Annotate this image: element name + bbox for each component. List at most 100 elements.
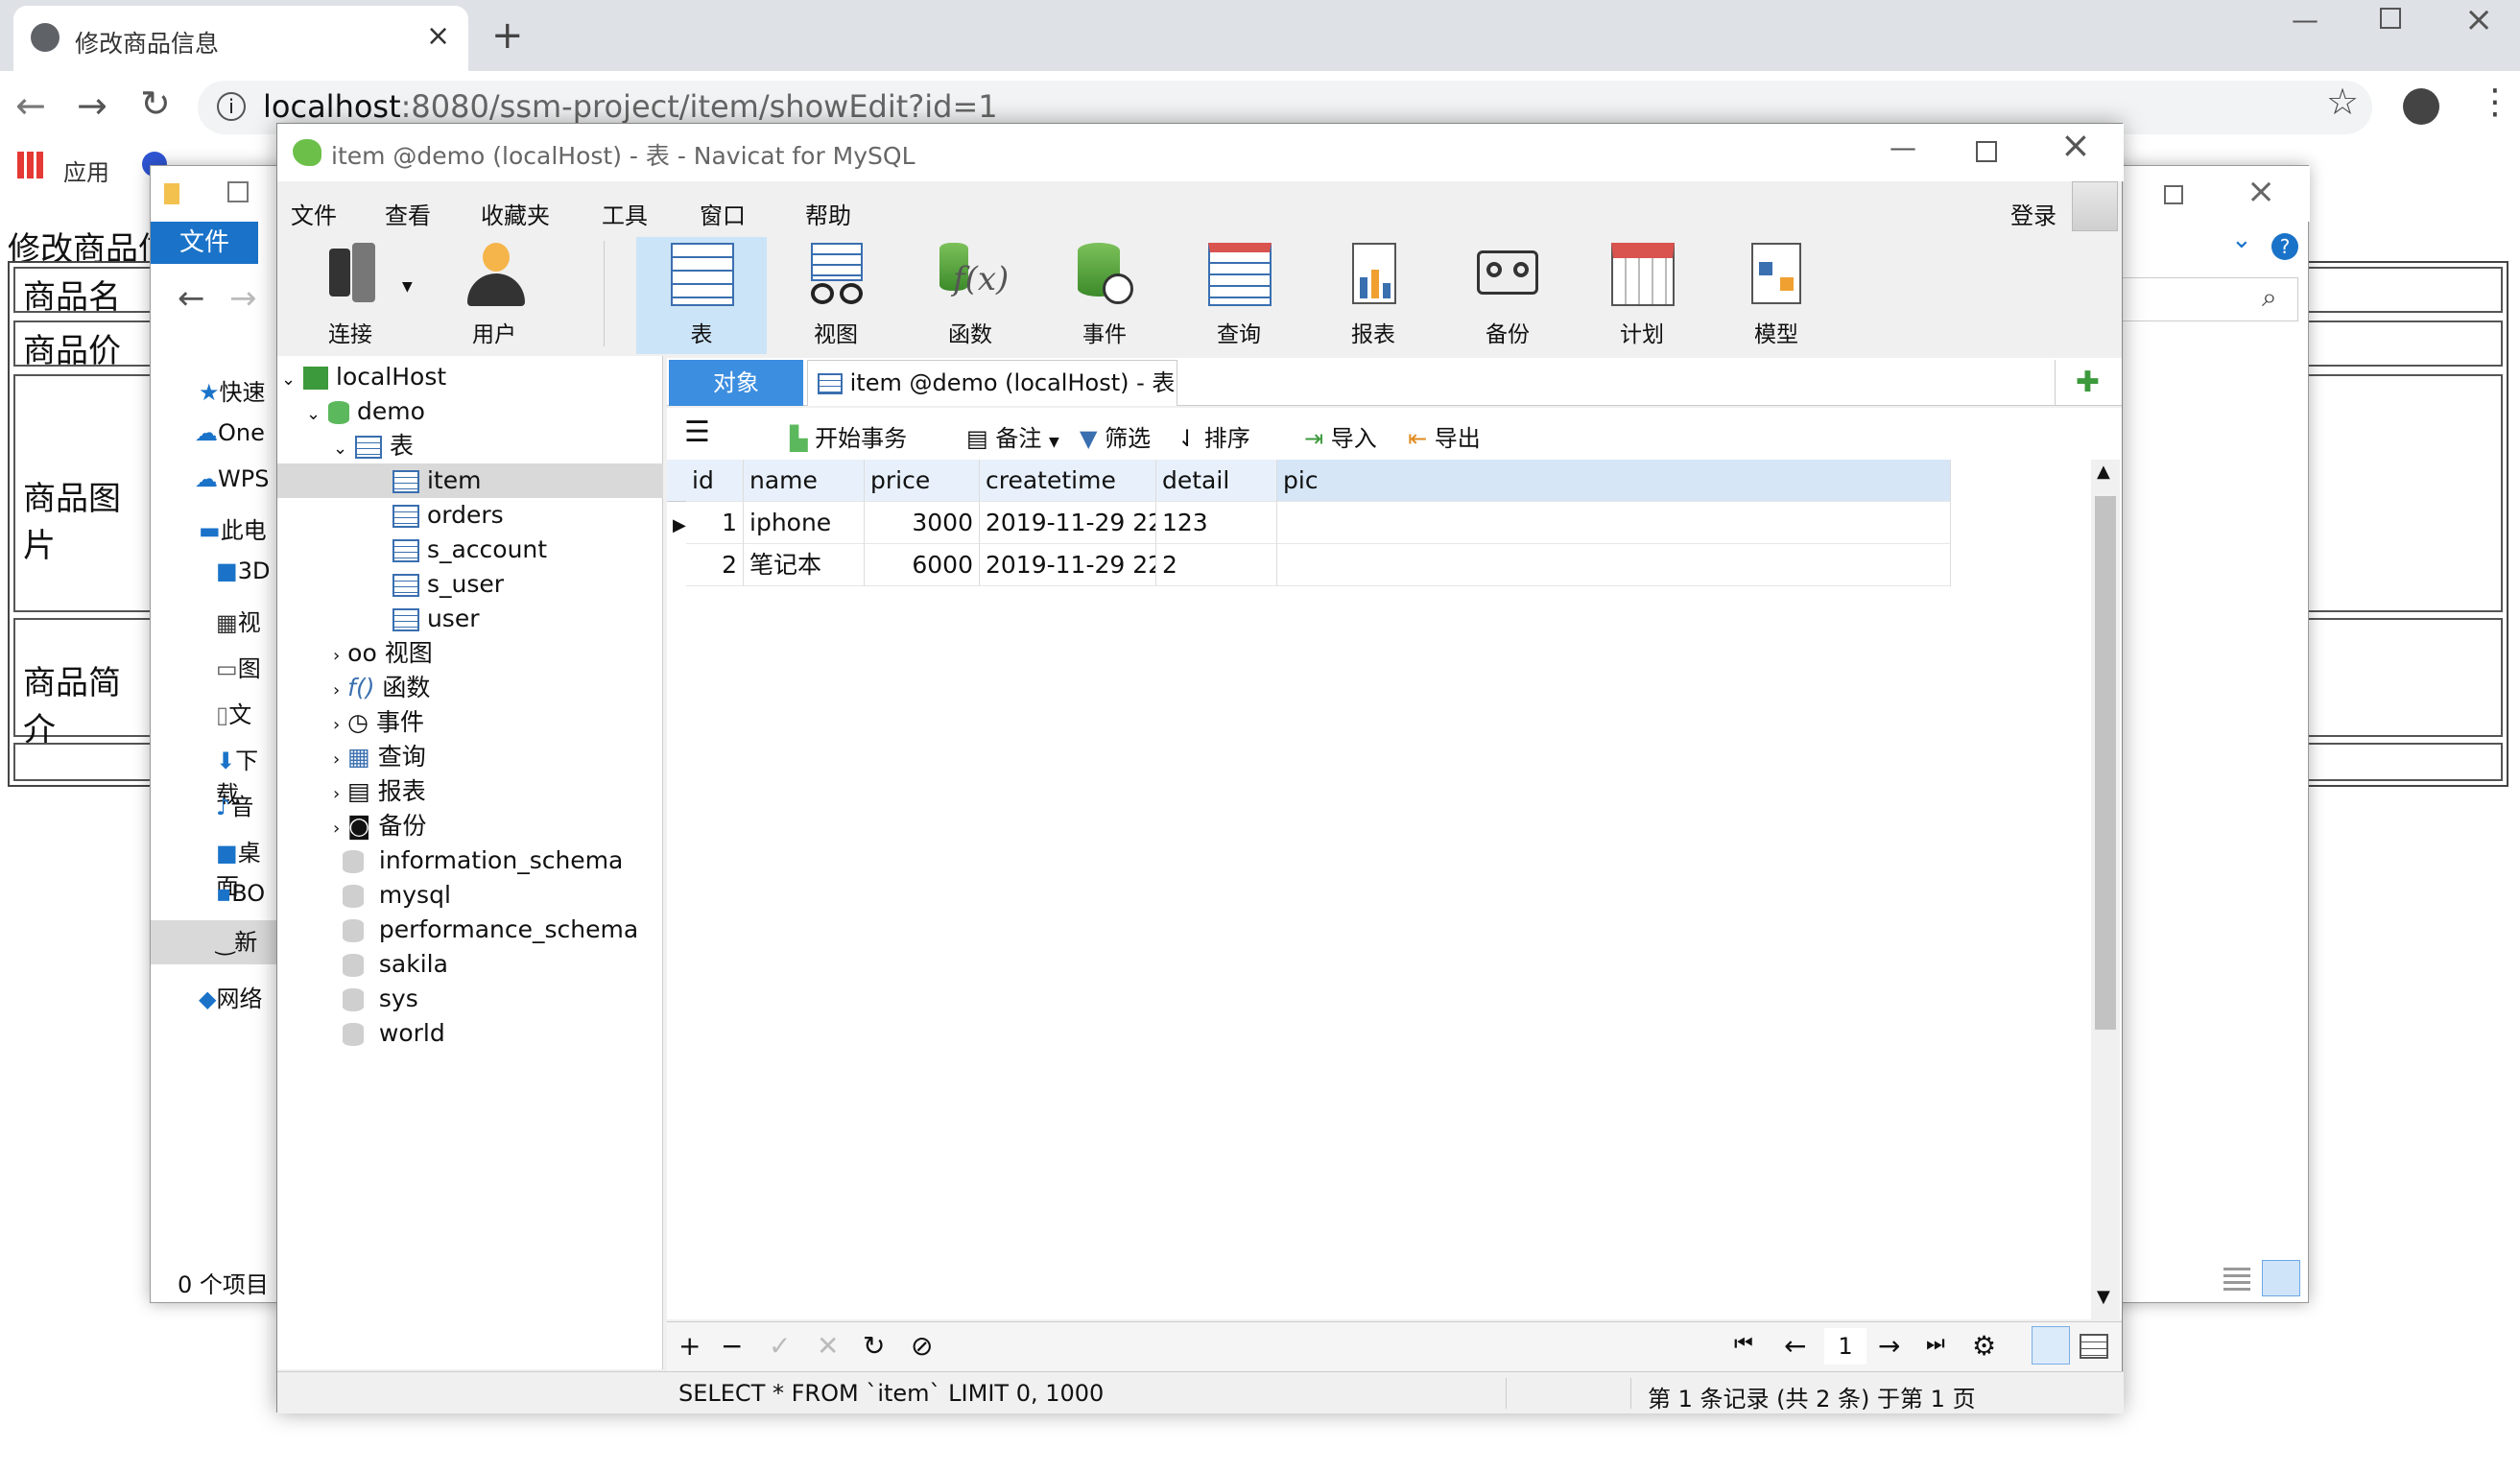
menu-tools[interactable]: 工具	[602, 197, 648, 230]
export-button[interactable]: ⇤ 导出	[1408, 419, 1481, 453]
minimize-icon[interactable]: —	[2292, 4, 2318, 36]
reload-icon[interactable]: ↻	[140, 83, 171, 125]
tree-group-functions[interactable]: › f() 函数	[333, 671, 430, 705]
cell-id[interactable]: 1	[686, 502, 744, 544]
page-number-input[interactable]: 1	[1824, 1328, 1866, 1365]
cell-id[interactable]: 2	[686, 544, 744, 586]
browser-tab[interactable]: 修改商品信息 ×	[13, 6, 468, 71]
sidebar-item-music[interactable]: ♪音	[216, 788, 253, 821]
tree-db-information-schema[interactable]: information_schema	[343, 843, 623, 878]
tree-connection[interactable]: ⌄ localHost	[281, 360, 446, 394]
toolbar-view[interactable]: 视图	[771, 237, 901, 354]
toolbar-user[interactable]: 用户	[429, 237, 559, 354]
user-avatar[interactable]	[2072, 181, 2118, 231]
ribbon-expand-icon[interactable]: ⌄	[2231, 226, 2252, 254]
explorer-forward-icon[interactable]: →	[229, 279, 257, 318]
menu-icon[interactable]: ⋮	[2478, 83, 2512, 122]
grid-view-icon[interactable]	[2032, 1326, 2070, 1365]
toolbar-connection[interactable]: ▼ 连接	[285, 237, 416, 354]
account-icon[interactable]	[2403, 88, 2439, 125]
toolbar-query[interactable]: 查询	[1174, 237, 1304, 354]
sidebar-item-new[interactable]: ‿新	[151, 920, 277, 964]
tree-group-events[interactable]: › ◷ 事件	[333, 705, 424, 740]
tab-item-table[interactable]: item @demo (localHost) - 表	[807, 360, 1177, 406]
import-button[interactable]: ⇥ 导入	[1304, 419, 1377, 453]
toolbar-model[interactable]: 模型	[1711, 237, 1842, 354]
sidebar-item-onedrive[interactable]: ☁One	[195, 419, 265, 446]
tree-group-views[interactable]: › oo 视图	[333, 636, 433, 671]
help-icon[interactable]: ?	[2271, 233, 2298, 260]
new-tab-plus-icon[interactable]: ✚	[2055, 360, 2120, 406]
sidebar-item-bo[interactable]: ▪BO	[216, 880, 265, 907]
sidebar-item-video[interactable]: ▦视	[216, 604, 261, 637]
navicat-close-icon[interactable]: ×	[2060, 124, 2091, 166]
navicat-minimize-icon[interactable]: —	[1890, 131, 1916, 163]
sidebar-item-3d[interactable]: ■3D	[216, 558, 270, 584]
explorer-search-icon[interactable]: ⌕	[2262, 281, 2277, 314]
sidebar-item-quick[interactable]: ★快速	[199, 373, 266, 407]
cell-createtime[interactable]: 2019-11-29 22:	[980, 544, 1156, 586]
toolbar-report[interactable]: 报表	[1308, 237, 1438, 354]
tree-db-mysql[interactable]: mysql	[343, 878, 451, 913]
tree-table-s-account[interactable]: s_account	[392, 533, 547, 567]
memo-button[interactable]: ▤ 备注 ▼	[966, 419, 1059, 453]
dropdown-arrow-icon[interactable]: ▼	[402, 279, 413, 295]
explorer-maximize-icon[interactable]	[2164, 185, 2183, 204]
tree-group-reports[interactable]: › ▤ 报表	[333, 774, 426, 809]
details-view-icon[interactable]	[2223, 1268, 2250, 1291]
toolbar-backup[interactable]: 备份	[1442, 237, 1573, 354]
tree-table-item[interactable]: item	[277, 463, 663, 498]
right-input-1[interactable]	[2307, 267, 2503, 313]
tree-db-performance-schema[interactable]: performance_schema	[343, 913, 638, 947]
menu-favorites[interactable]: 收藏夹	[481, 197, 550, 230]
stop-icon[interactable]: ⊘	[911, 1330, 933, 1362]
scrollbar-thumb[interactable]	[2095, 496, 2116, 1030]
explorer-file-tab[interactable]: 文件	[151, 222, 258, 264]
sidebar-item-wps[interactable]: ☁WPS	[195, 465, 269, 492]
cell-detail[interactable]: 123	[1156, 502, 1277, 544]
toolbar-function[interactable]: f(x) 函数	[905, 237, 1035, 354]
menu-help[interactable]: 帮助	[805, 197, 851, 230]
tree-db-world[interactable]: world	[343, 1016, 445, 1051]
menu-view[interactable]: 查看	[385, 197, 431, 230]
cell-pic[interactable]	[1277, 544, 1951, 586]
sidebar-item-network[interactable]: ◆网络	[199, 980, 262, 1013]
tiles-view-icon[interactable]	[2262, 1260, 2300, 1296]
tree-group-queries[interactable]: › ▦ 查询	[333, 740, 426, 774]
settings-gear-icon[interactable]: ⚙	[1972, 1330, 1996, 1362]
sidebar-item-pictures[interactable]: ▭图	[216, 650, 261, 683]
col-header-price[interactable]: price	[865, 460, 980, 502]
first-page-icon[interactable]: ⏮	[1734, 1332, 1753, 1356]
scroll-up-icon[interactable]: ▲	[2097, 462, 2110, 482]
back-icon[interactable]: ←	[15, 84, 46, 127]
bookmark-apps[interactable]: 应用	[63, 154, 109, 187]
col-header-createtime[interactable]: createtime	[980, 460, 1156, 502]
cell-detail[interactable]: 2	[1156, 544, 1277, 586]
filter-button[interactable]: ▼ 筛选	[1080, 419, 1151, 453]
tab-objects[interactable]: 对象	[669, 360, 803, 406]
toolbar-schedule[interactable]: 计划	[1577, 237, 1707, 354]
cell-createtime[interactable]: 2019-11-29 22:	[980, 502, 1156, 544]
cell-price[interactable]: 6000	[865, 544, 980, 586]
col-header-id[interactable]: id	[686, 460, 744, 502]
cell-pic[interactable]	[1277, 502, 1951, 544]
tree-group-backups[interactable]: › ◙ 备份	[333, 809, 426, 843]
next-page-icon[interactable]: →	[1878, 1330, 1900, 1362]
scroll-down-icon[interactable]: ▼	[2097, 1287, 2110, 1307]
sort-button[interactable]: ⇃ 排序	[1177, 419, 1250, 453]
tree-db-sys[interactable]: sys	[343, 982, 418, 1016]
explorer-back-icon[interactable]: ←	[178, 279, 205, 318]
tree-table-s-user[interactable]: s_user	[392, 567, 504, 602]
col-header-detail[interactable]: detail	[1156, 460, 1277, 502]
close-tab-icon[interactable]: ×	[426, 19, 450, 53]
last-page-icon[interactable]: ⏭	[1926, 1332, 1945, 1356]
forward-icon[interactable]: →	[77, 84, 107, 127]
discard-icon[interactable]: ✕	[817, 1330, 839, 1362]
explorer-close-icon[interactable]: ×	[2247, 172, 2275, 211]
right-input-2[interactable]	[2307, 321, 2503, 367]
navicat-maximize-icon[interactable]	[1976, 141, 1997, 162]
toolbar-event[interactable]: 事件	[1039, 237, 1170, 354]
cell-name[interactable]: iphone	[744, 502, 865, 544]
tree-table-orders[interactable]: orders	[392, 498, 504, 533]
toolbar-table[interactable]: 表	[636, 237, 767, 354]
